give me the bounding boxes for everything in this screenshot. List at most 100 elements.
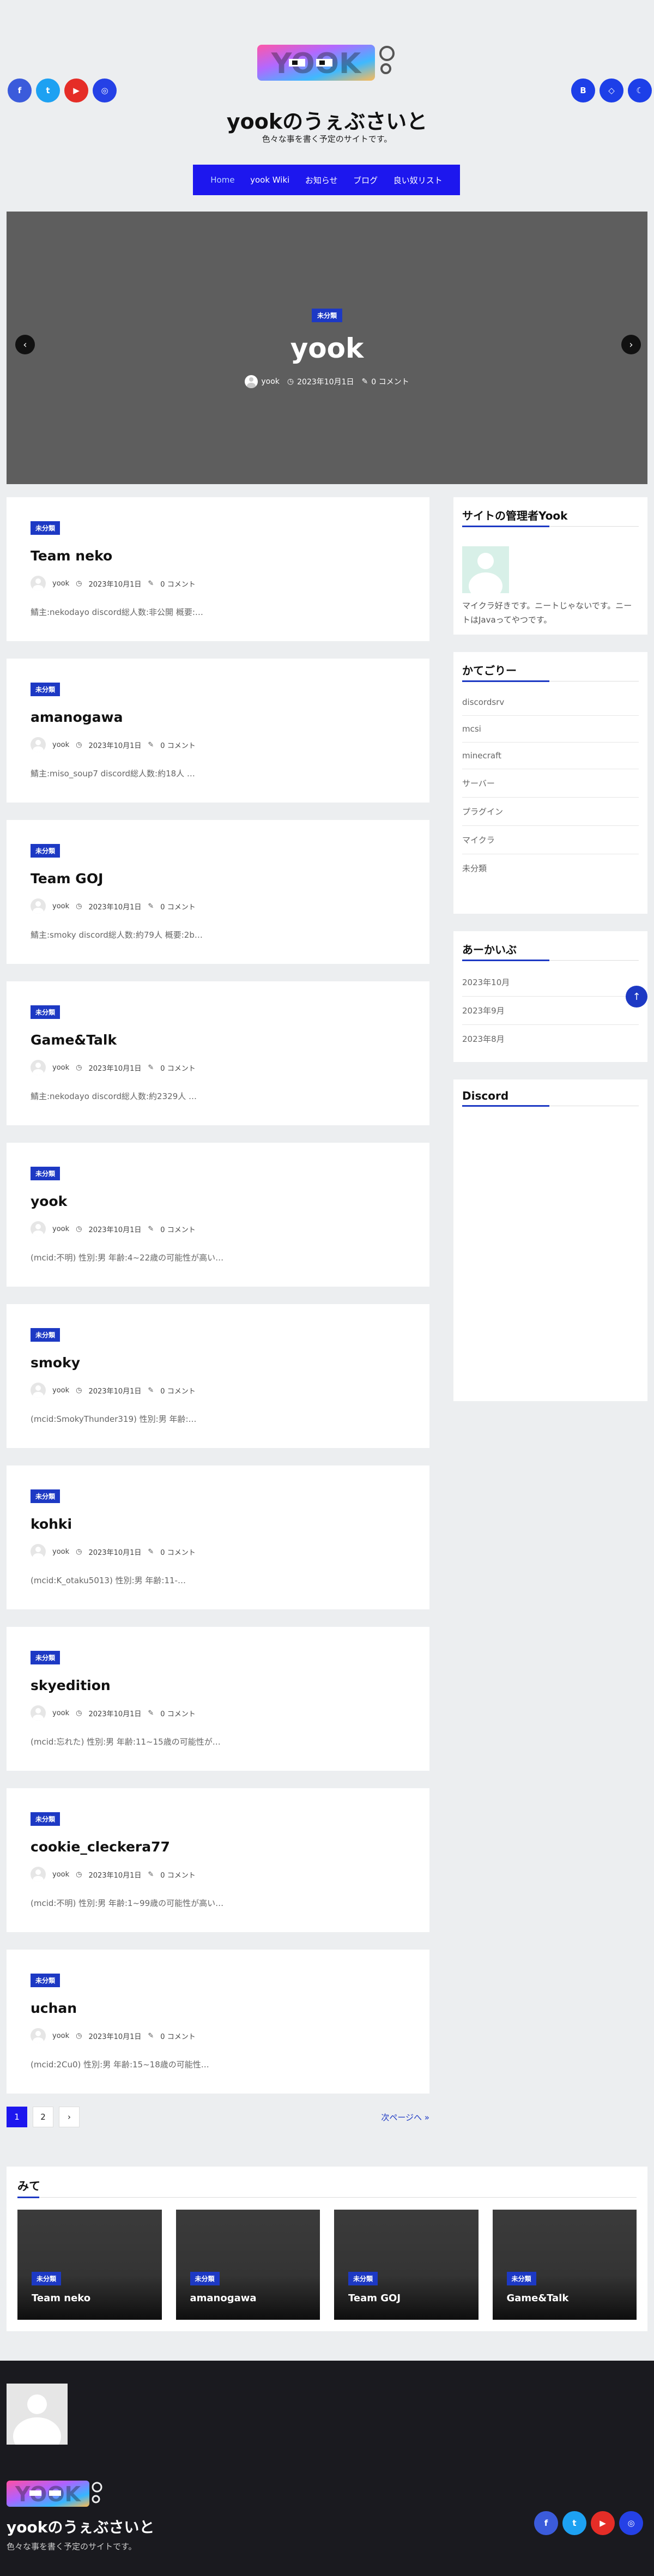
post-comments[interactable]: 0 コメント [160, 2031, 195, 2041]
nav-item-news[interactable]: お知らせ [305, 174, 338, 186]
page-1-button[interactable]: 1 [7, 2107, 27, 2127]
post-author[interactable]: yook [52, 1709, 69, 1717]
archive-item[interactable]: 2023年8月 [462, 1025, 639, 1053]
post-date[interactable]: 2023年10月1日 [88, 1385, 141, 1396]
next-page-link[interactable]: 次ページへ » [381, 2112, 429, 2123]
post-date[interactable]: 2023年10月1日 [88, 1869, 141, 1880]
footer-site-title[interactable]: yookのうぇぶさいと [7, 2515, 154, 2537]
hero-author[interactable]: yook [245, 375, 280, 388]
post-title[interactable]: smoky [31, 1355, 405, 1371]
post-date[interactable]: 2023年10月1日 [88, 1063, 141, 1073]
post-author[interactable]: yook [52, 1548, 69, 1556]
post-title[interactable]: kohki [31, 1516, 405, 1532]
slider-prev-button[interactable]: ‹ [15, 335, 35, 354]
category-badge[interactable]: 未分類 [506, 2272, 536, 2285]
category-badge[interactable]: 未分類 [31, 1974, 60, 1987]
theme-toggle-icon[interactable]: ☾ [628, 79, 652, 102]
nav-item-wiki[interactable]: yook Wiki [250, 175, 289, 185]
post-comments[interactable]: 0 コメント [160, 1063, 195, 1073]
category-badge[interactable]: 未分類 [190, 2272, 220, 2285]
category-badge[interactable]: 未分類 [31, 1489, 60, 1503]
category-badge[interactable]: 未分類 [31, 521, 60, 535]
category-badge[interactable]: 未分類 [31, 844, 60, 858]
blogger-icon[interactable]: B [571, 79, 595, 102]
post-author[interactable]: yook [52, 1386, 69, 1395]
post-comments[interactable]: 0 コメント [160, 1385, 195, 1396]
post-comments[interactable]: 0 コメント [160, 1547, 195, 1557]
post-title[interactable]: cookie_cleckera77 [31, 1839, 405, 1855]
post-comments[interactable]: 0 コメント [160, 1869, 195, 1880]
instagram-icon[interactable]: ◎ [93, 79, 117, 102]
post-comments[interactable]: 0 コメント [160, 578, 195, 589]
post-date[interactable]: 2023年10月1日 [88, 740, 141, 750]
post-title[interactable]: skyedition [31, 1678, 405, 1693]
youtube-icon[interactable]: ▶ [591, 2511, 615, 2535]
post-author[interactable]: yook [52, 1871, 69, 1879]
post-comments[interactable]: 0 コメント [160, 1224, 195, 1234]
next-page-arrow-button[interactable]: › [59, 2107, 80, 2127]
instagram-icon[interactable]: ◎ [619, 2511, 643, 2535]
twitter-icon[interactable]: t [562, 2511, 586, 2535]
category-item[interactable]: サーバー [462, 769, 639, 798]
post-date[interactable]: 2023年10月1日 [88, 901, 141, 912]
scroll-to-top-button[interactable]: ↑ [626, 986, 647, 1008]
post-author[interactable]: yook [52, 580, 69, 588]
featured-card[interactable]: 未分類 Team GOJ [334, 2210, 479, 2320]
category-item[interactable]: 未分類 [462, 854, 639, 882]
page-2-button[interactable]: 2 [33, 2107, 53, 2127]
post-title[interactable]: Game&Talk [31, 1032, 405, 1048]
featured-card-title[interactable]: Team GOJ [348, 2293, 401, 2304]
post-title[interactable]: amanogawa [31, 709, 405, 725]
post-author[interactable]: yook [52, 2032, 69, 2040]
link-icon[interactable]: ◇ [600, 79, 623, 102]
post-date[interactable]: 2023年10月1日 [88, 578, 141, 589]
nav-item-blog[interactable]: ブログ [353, 174, 378, 186]
post-date[interactable]: 2023年10月1日 [88, 1224, 141, 1234]
category-badge[interactable]: 未分類 [348, 2272, 378, 2285]
category-badge[interactable]: 未分類 [31, 1167, 60, 1180]
facebook-icon[interactable]: f [8, 79, 32, 102]
post-author[interactable]: yook [52, 902, 69, 910]
category-item[interactable]: プラグイン [462, 798, 639, 826]
slider-next-button[interactable]: › [621, 335, 641, 354]
post-date[interactable]: 2023年10月1日 [88, 1547, 141, 1557]
hero-comments[interactable]: ✎ 0 コメント [362, 376, 409, 387]
category-item[interactable]: mcsi [462, 716, 639, 743]
youtube-icon[interactable]: ▶ [64, 79, 88, 102]
hero-title[interactable]: yook [7, 333, 647, 364]
post-comments[interactable]: 0 コメント [160, 1708, 195, 1718]
archive-item[interactable]: 2023年10月 [462, 968, 639, 997]
post-title[interactable]: Team GOJ [31, 871, 405, 886]
post-comments[interactable]: 0 コメント [160, 901, 195, 912]
hero-date[interactable]: ◷ 2023年10月1日 [287, 376, 354, 387]
nav-item-home[interactable]: Home [210, 175, 234, 185]
featured-card[interactable]: 未分類 Team neko [17, 2210, 162, 2320]
featured-card[interactable]: 未分類 Game&Talk [492, 2210, 637, 2320]
facebook-icon[interactable]: f [534, 2511, 558, 2535]
post-author[interactable]: yook [52, 1064, 69, 1072]
category-badge[interactable]: 未分類 [32, 2272, 62, 2285]
category-item[interactable]: discordsrv [462, 689, 639, 716]
post-comments[interactable]: 0 コメント [160, 740, 195, 750]
featured-card-title[interactable]: amanogawa [190, 2293, 257, 2304]
post-date[interactable]: 2023年10月1日 [88, 1708, 141, 1718]
post-author[interactable]: yook [52, 741, 69, 749]
post-title[interactable]: uchan [31, 2000, 405, 2016]
category-badge[interactable]: 未分類 [31, 1651, 60, 1664]
site-logo[interactable]: YOOK [256, 40, 398, 85]
category-badge[interactable]: 未分類 [31, 1005, 60, 1019]
site-title[interactable]: yookのうぇぶさいと [0, 105, 654, 135]
post-title[interactable]: yook [31, 1193, 405, 1209]
post-title[interactable]: Team neko [31, 548, 405, 564]
featured-card-title[interactable]: Team neko [32, 2293, 90, 2304]
post-date[interactable]: 2023年10月1日 [88, 2031, 141, 2041]
archive-item[interactable]: 2023年9月 [462, 997, 639, 1025]
category-badge[interactable]: 未分類 [31, 1328, 60, 1342]
featured-card-title[interactable]: Game&Talk [507, 2293, 569, 2304]
twitter-icon[interactable]: t [36, 79, 60, 102]
category-badge[interactable]: 未分類 [31, 1812, 60, 1826]
nav-item-good-list[interactable]: 良い奴リスト [393, 174, 443, 186]
featured-card[interactable]: 未分類 amanogawa [175, 2210, 320, 2320]
category-item[interactable]: minecraft [462, 743, 639, 769]
post-author[interactable]: yook [52, 1225, 69, 1233]
